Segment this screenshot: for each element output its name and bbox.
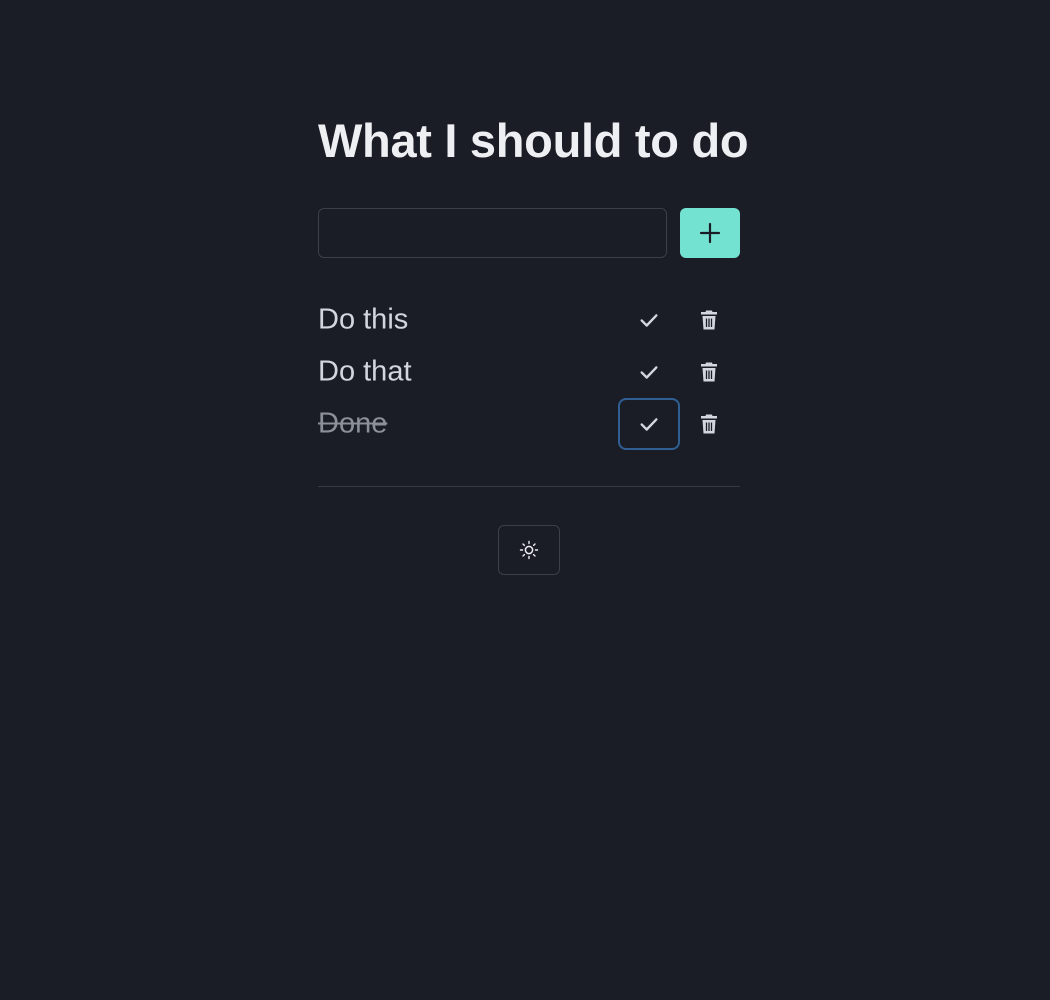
task-row: Done <box>318 398 740 450</box>
check-icon <box>640 314 658 327</box>
trash-icon <box>701 362 717 382</box>
task-list: Do this Do that Done <box>318 294 740 450</box>
page-title: What I should to do <box>318 114 749 167</box>
check-icon <box>640 366 658 379</box>
complete-task-button[interactable] <box>618 398 680 450</box>
sun-icon <box>519 540 539 560</box>
delete-task-button[interactable] <box>679 346 739 398</box>
add-task-button[interactable] <box>680 208 740 258</box>
complete-task-button[interactable] <box>618 294 680 346</box>
theme-toggle-button[interactable] <box>498 525 560 575</box>
new-task-input[interactable] <box>318 208 667 258</box>
trash-icon <box>701 414 717 434</box>
trash-icon <box>701 310 717 330</box>
task-label: Do that <box>318 355 412 388</box>
plus-icon <box>699 222 721 244</box>
divider <box>318 486 740 487</box>
complete-task-button[interactable] <box>618 346 680 398</box>
check-icon <box>640 418 658 431</box>
delete-task-button[interactable] <box>679 294 739 346</box>
task-label: Do this <box>318 303 409 336</box>
delete-task-button[interactable] <box>679 398 739 450</box>
task-label-done: Done <box>318 407 388 440</box>
task-row: Do that <box>318 346 740 398</box>
task-row: Do this <box>318 294 740 346</box>
